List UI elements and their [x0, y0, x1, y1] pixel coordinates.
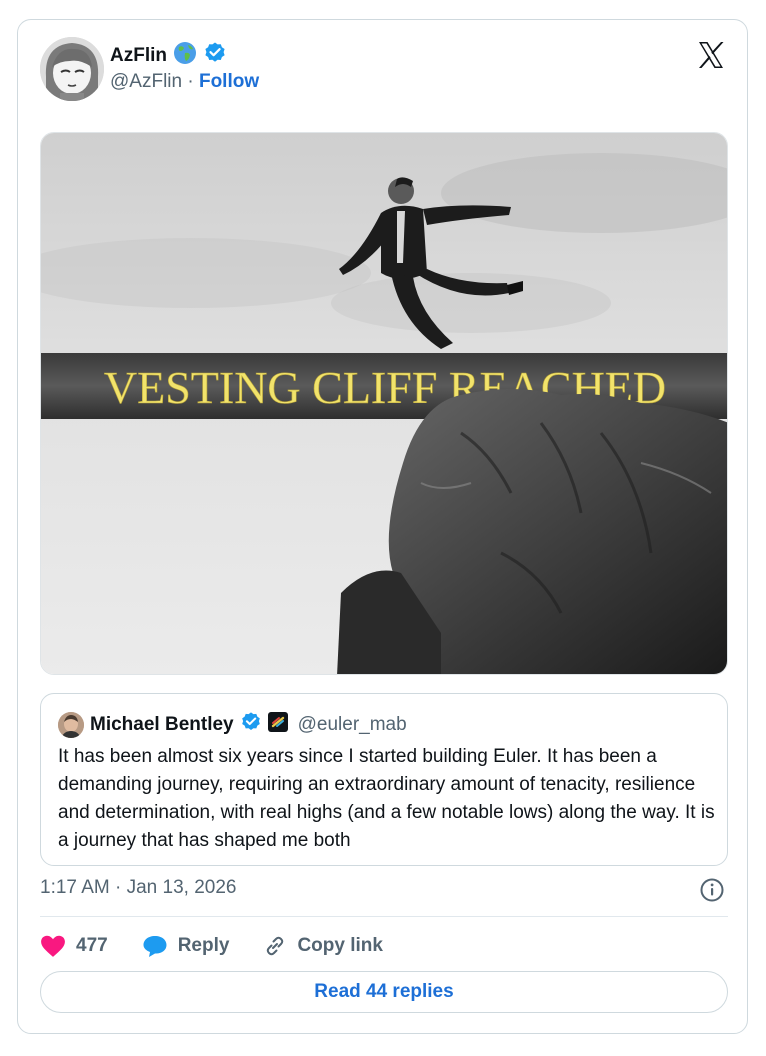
author-handle-row: @AzFlin · Follow	[110, 71, 259, 93]
x-logo-icon[interactable]	[695, 39, 727, 71]
read-replies-button[interactable]: Read 44 replies	[40, 971, 728, 1013]
tweet-actions: 477 Reply Copy link	[40, 929, 417, 963]
reply-label: Reply	[177, 935, 230, 956]
quoted-author-name: Michael Bentley	[90, 713, 234, 735]
tweet-timestamp[interactable]: 1:17 AM · Jan 13, 2026	[40, 877, 236, 899]
affiliation-badge-icon	[267, 712, 288, 737]
quoted-tweet-text: It has been almost six years since I sta…	[58, 746, 715, 851]
info-icon[interactable]	[699, 877, 725, 903]
verified-badge-icon	[240, 711, 262, 738]
divider	[40, 916, 728, 917]
copy-link-label: Copy link	[297, 935, 383, 956]
separator-dot: ·	[187, 71, 194, 92]
tweet-media-image[interactable]: VESTING CLIFF REACHED	[40, 132, 728, 675]
quoted-tweet[interactable]: Michael Bentley @euler_mab It has been a…	[40, 693, 728, 866]
link-icon	[267, 936, 284, 956]
like-count: 477	[76, 935, 108, 956]
reply-bubble-icon	[143, 936, 167, 957]
author-name-row: AzFlin	[110, 41, 227, 70]
like-button[interactable]: 477	[40, 934, 108, 958]
globe-icon	[173, 41, 197, 70]
author-avatar[interactable]	[40, 37, 104, 101]
reply-button[interactable]: Reply	[142, 934, 230, 958]
quoted-tweet-header: Michael Bentley @euler_mab	[58, 711, 407, 738]
quoted-author-avatar	[58, 711, 84, 738]
quoted-author-handle: @euler_mab	[297, 713, 407, 735]
copy-link-button[interactable]: Copy link	[263, 934, 383, 958]
heart-icon	[41, 935, 65, 957]
author-handle[interactable]: @AzFlin	[110, 71, 182, 92]
tweet-card: AzFlin @AzFlin · Follow VESTING CLIFF RE…	[17, 19, 748, 1034]
follow-button[interactable]: Follow	[199, 71, 259, 92]
verified-badge-icon	[203, 41, 227, 70]
author-name[interactable]: AzFlin	[110, 45, 167, 67]
